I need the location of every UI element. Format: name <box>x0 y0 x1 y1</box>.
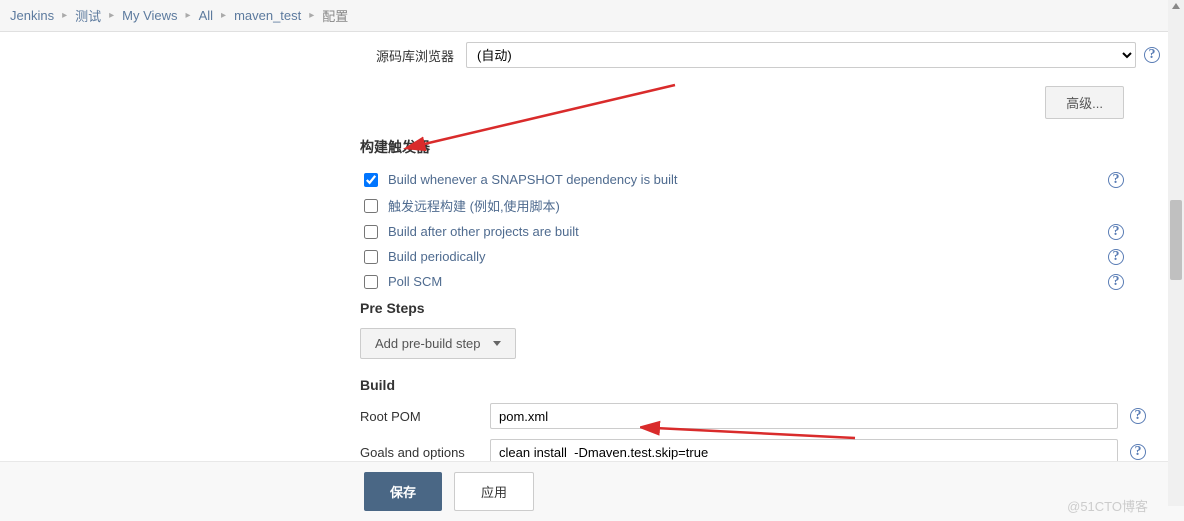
trigger-row: Build whenever a SNAPSHOT dependency is … <box>364 167 1160 192</box>
section-pre-steps: Pre Steps <box>360 300 1160 316</box>
trigger-row: Build after other projects are built ? <box>364 219 1160 244</box>
breadcrumb-link[interactable]: 测试 <box>75 6 101 25</box>
apply-button[interactable]: 应用 <box>454 472 534 511</box>
help-icon[interactable]: ? <box>1108 274 1124 290</box>
help-icon[interactable]: ? <box>1144 47 1160 63</box>
help-icon[interactable]: ? <box>1108 249 1124 265</box>
trigger-row: Poll SCM ? <box>364 269 1160 294</box>
trigger-label[interactable]: 触发远程构建 (例如,使用脚本) <box>388 196 560 215</box>
section-build: Build <box>360 377 1160 393</box>
chevron-right-icon: ▸ <box>309 10 314 21</box>
breadcrumb-link[interactable]: maven_test <box>234 8 301 23</box>
save-button[interactable]: 保存 <box>364 472 442 511</box>
root-pom-label: Root POM <box>360 409 478 424</box>
trigger-checkbox-periodic[interactable] <box>364 250 378 264</box>
chevron-down-icon <box>493 341 501 346</box>
trigger-checkbox-after[interactable] <box>364 225 378 239</box>
chevron-right-icon: ▸ <box>62 10 67 21</box>
trigger-label[interactable]: Build after other projects are built <box>388 224 579 239</box>
trigger-row: 触发远程构建 (例如,使用脚本) <box>364 192 1160 219</box>
breadcrumb-link[interactable]: My Views <box>122 8 177 23</box>
trigger-row: Build periodically ? <box>364 244 1160 269</box>
trigger-checkbox-remote[interactable] <box>364 199 378 213</box>
bottom-bar: 保存 应用 <box>0 461 1184 521</box>
goals-label: Goals and options <box>360 445 478 460</box>
breadcrumb-current: 配置 <box>322 6 348 25</box>
advanced-button[interactable]: 高级... <box>1045 86 1124 119</box>
section-build-triggers: 构建触发器 <box>360 137 1160 157</box>
chevron-right-icon: ▸ <box>186 10 191 21</box>
scm-browser-label: 源码库浏览器 <box>360 46 454 65</box>
trigger-checkbox-snapshot[interactable] <box>364 173 378 187</box>
trigger-checkbox-pollscm[interactable] <box>364 275 378 289</box>
chevron-right-icon: ▸ <box>221 10 226 21</box>
trigger-label[interactable]: Build whenever a SNAPSHOT dependency is … <box>388 172 678 187</box>
scrollbar-vertical[interactable] <box>1168 0 1184 506</box>
scrollbar-thumb[interactable] <box>1170 200 1182 280</box>
help-icon[interactable]: ? <box>1108 224 1124 240</box>
scroll-up-icon <box>1172 3 1180 9</box>
help-icon[interactable]: ? <box>1130 408 1146 424</box>
add-pre-build-step-button[interactable]: Add pre-build step <box>360 328 516 359</box>
breadcrumb-link[interactable]: All <box>199 8 213 23</box>
root-pom-input[interactable] <box>490 403 1118 429</box>
scm-browser-select[interactable]: (自动) <box>466 42 1136 68</box>
breadcrumb: Jenkins ▸ 测试 ▸ My Views ▸ All ▸ maven_te… <box>0 0 1184 32</box>
chevron-right-icon: ▸ <box>109 10 114 21</box>
breadcrumb-link[interactable]: Jenkins <box>10 8 54 23</box>
help-icon[interactable]: ? <box>1108 172 1124 188</box>
trigger-list: Build whenever a SNAPSHOT dependency is … <box>364 167 1160 294</box>
trigger-label[interactable]: Build periodically <box>388 249 486 264</box>
add-pre-build-step-label: Add pre-build step <box>375 336 481 351</box>
help-icon[interactable]: ? <box>1130 444 1146 460</box>
trigger-label[interactable]: Poll SCM <box>388 274 442 289</box>
